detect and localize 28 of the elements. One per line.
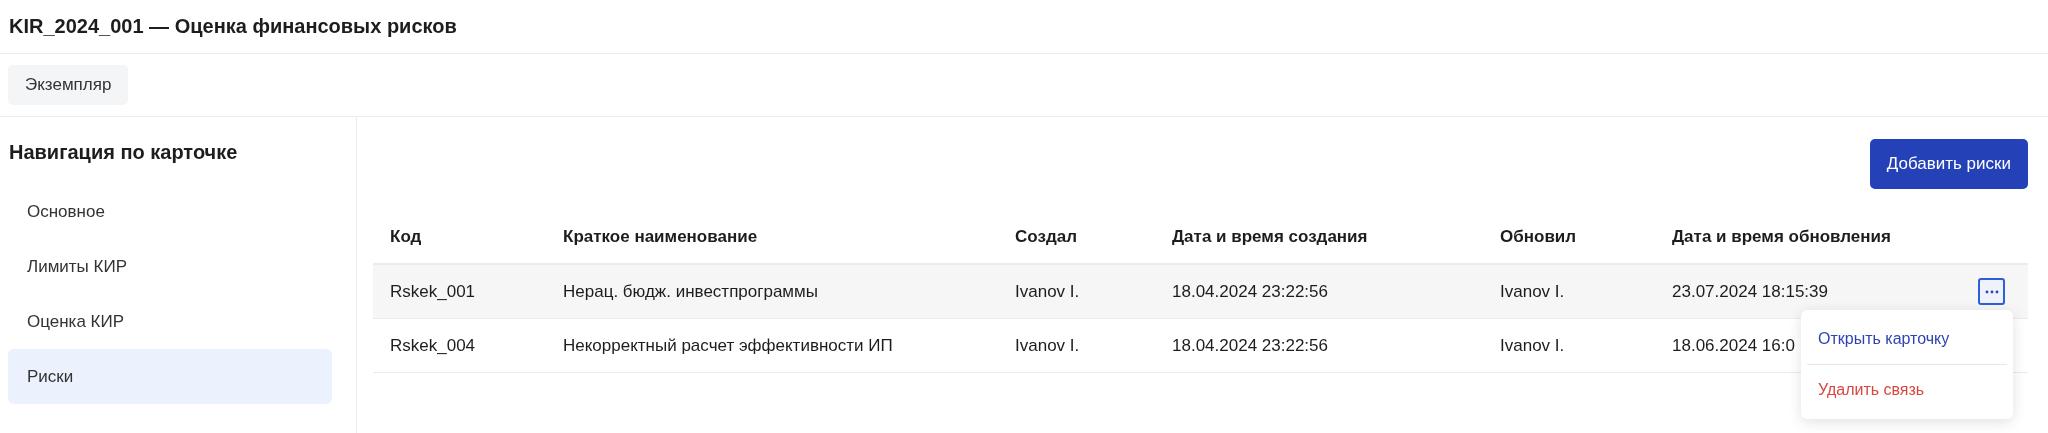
column-header: Дата и время обновления — [1672, 227, 1891, 247]
table-cell: Rskek_004 — [390, 335, 476, 356]
table-cell: Ivanov I. — [1500, 335, 1565, 356]
sidebar-item[interactable]: Лимиты КИР — [8, 239, 332, 294]
add-risks-button[interactable]: Добавить риски — [1869, 139, 2028, 189]
column-header: Код — [390, 227, 422, 247]
column-header: Краткое наименование — [563, 227, 758, 247]
table-cell: Rskek_001 — [390, 281, 476, 302]
table-cell: 23.07.2024 18:15:39 — [1672, 281, 1828, 302]
sidebar-item[interactable]: Оценка КИР — [8, 294, 332, 349]
sidebar-item[interactable]: Риски — [8, 349, 332, 404]
table-cell: 18.04.2024 23:22:56 — [1172, 281, 1328, 302]
window-title: KIR_2024_001 — Оценка финансовых рисков — [9, 15, 457, 38]
column-header: Дата и время создания — [1172, 227, 1368, 247]
table-cell: 18.04.2024 23:22:56 — [1172, 335, 1328, 356]
table-cell: Ivanov I. — [1015, 281, 1080, 302]
table-cell: Ivanov I. — [1015, 335, 1080, 356]
more-button[interactable] — [1978, 278, 2005, 305]
tab[interactable]: Экземпляр — [8, 65, 129, 105]
table-cell: 18.06.2024 16:0 — [1672, 335, 1795, 356]
table-cell: Нерац. бюдж. инвестпрограммы — [563, 281, 818, 302]
column-header: Создал — [1015, 227, 1077, 247]
more-icon — [1984, 289, 1999, 294]
sidebar-title: Навигация по карточке — [9, 141, 239, 164]
table-cell: Некорректный расчет эффективности ИП — [563, 335, 893, 356]
sidebar-item[interactable]: Основное — [8, 184, 332, 239]
table-cell: Ivanov I. — [1500, 281, 1565, 302]
column-header: Обновил — [1500, 227, 1577, 247]
